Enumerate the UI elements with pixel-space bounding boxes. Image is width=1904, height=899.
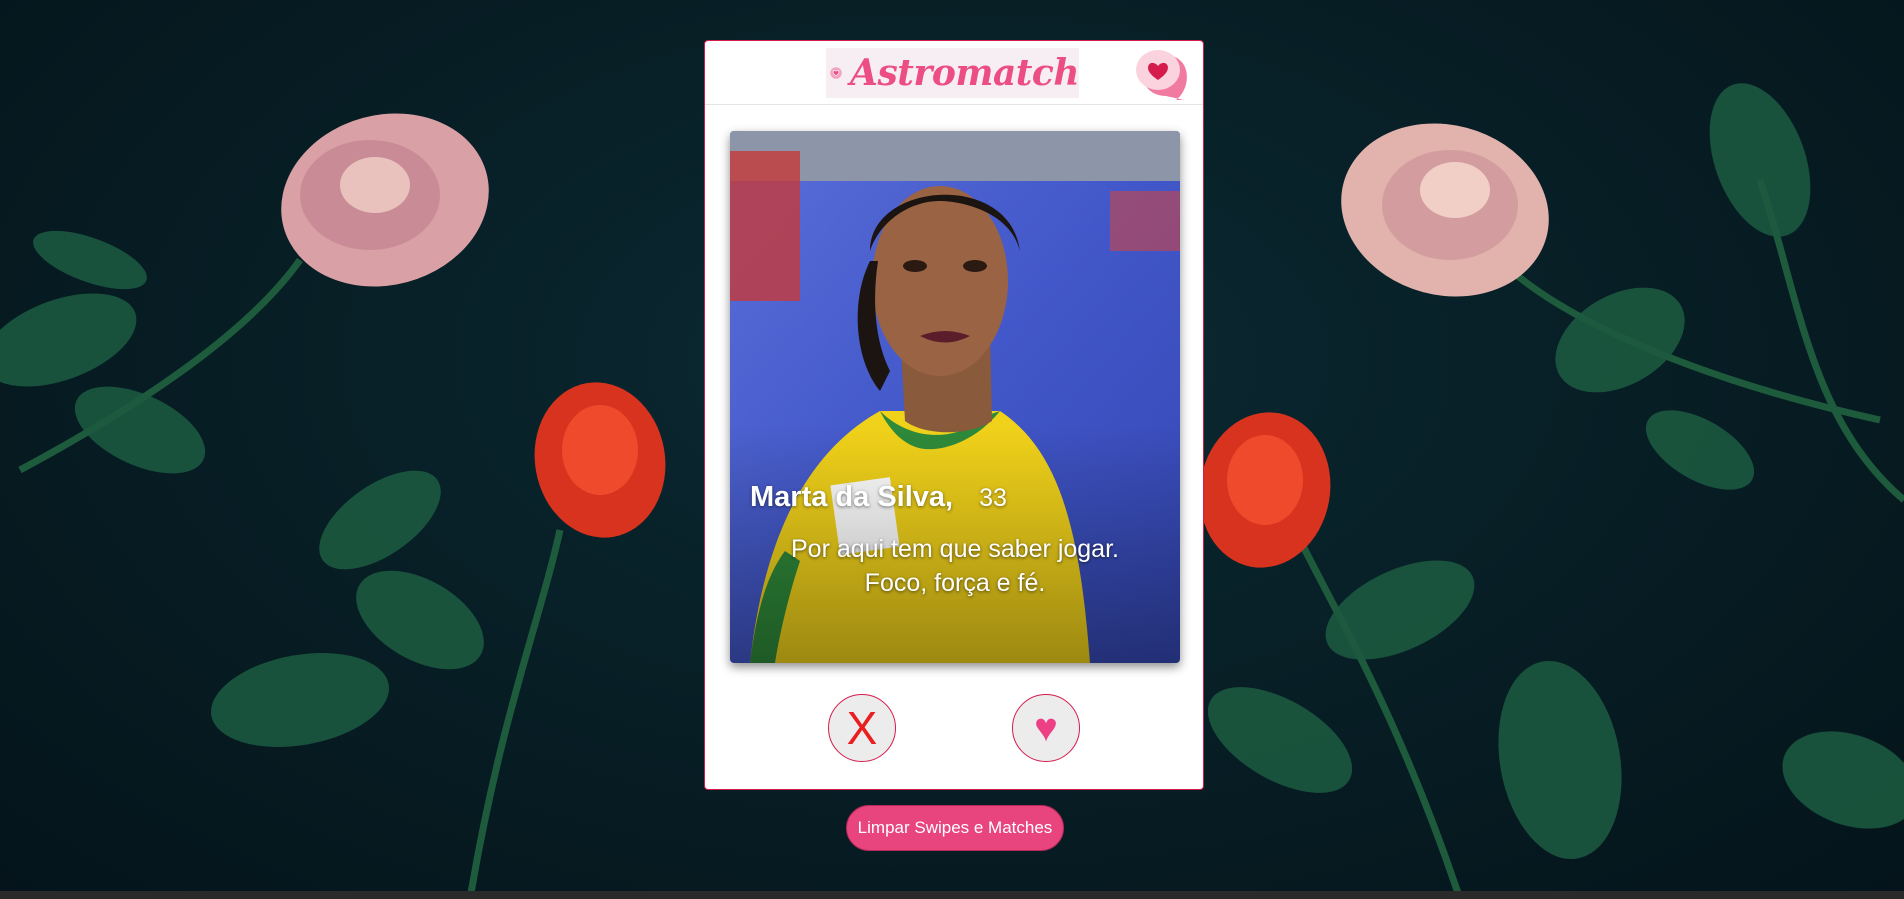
profile-card[interactable]: Marta da Silva, 33 Por aqui tem que sabe… — [730, 131, 1180, 663]
profile-name: Marta da Silva, — [750, 481, 954, 513]
app-header: Astromatch — [705, 41, 1203, 105]
reject-label: X — [846, 702, 878, 754]
app-name: Astromatch — [850, 52, 1079, 94]
clear-swipes-matches-button[interactable]: Limpar Swipes e Matches — [846, 805, 1064, 851]
reject-button[interactable]: X — [828, 694, 896, 762]
app-logo: Astromatch — [826, 48, 1079, 98]
like-button[interactable]: ♥ — [1012, 694, 1080, 762]
heart-icon — [830, 67, 842, 79]
chat-heart-icon — [1136, 50, 1187, 100]
name-row: Marta da Silva, 33 — [750, 481, 1160, 514]
profile-bio: Por aqui tem que saber jogar. Foco, forç… — [791, 535, 1119, 597]
heart-icon: ♥ — [1034, 705, 1058, 750]
bottom-bar — [0, 891, 1904, 899]
profile-info: Marta da Silva, 33 Por aqui tem que sabe… — [730, 481, 1180, 600]
matches-button[interactable] — [1130, 46, 1190, 102]
app-card: Astromatch Marta da Silva, 33 Por aqui t… — [704, 40, 1204, 790]
profile-age: 33 — [979, 484, 1007, 512]
